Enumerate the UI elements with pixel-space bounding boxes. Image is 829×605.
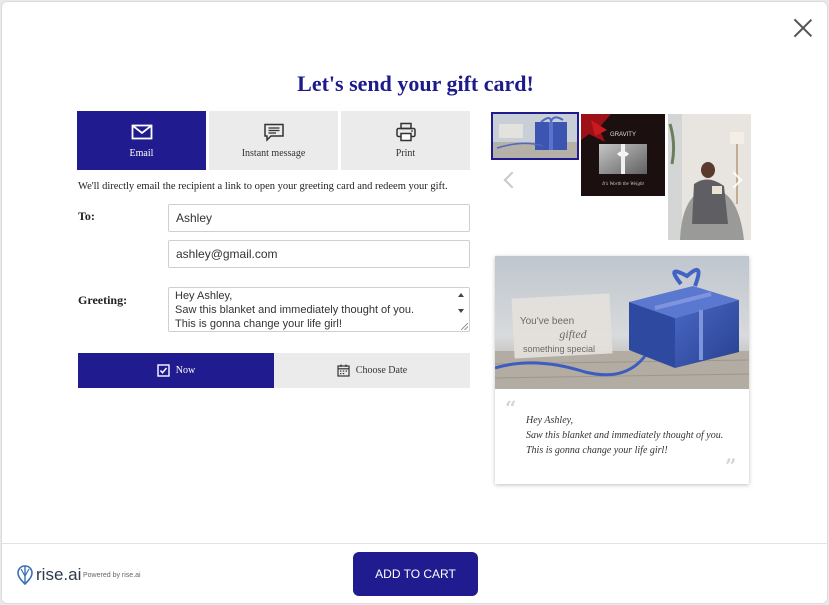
tab-email[interactable]: Email <box>77 111 206 170</box>
greeting-label: Greeting: <box>78 293 128 307</box>
add-to-cart-button[interactable]: ADD TO CART <box>353 552 478 596</box>
delivery-description: We'll directly email the recipient a lin… <box>78 181 448 192</box>
greeting-text: Hey Ashley, Saw this blanket and immedia… <box>175 290 415 330</box>
footer: rise.ai Powered by rise.ai ADD TO CART <box>2 543 827 603</box>
now-button[interactable]: Now <box>78 353 274 388</box>
preview-text-line3: something special <box>523 344 595 354</box>
tab-instant-message[interactable]: Instant message <box>209 111 338 170</box>
recipient-name-field[interactable]: Ashley <box>168 204 470 232</box>
now-label: Now <box>175 365 196 376</box>
resize-handle-icon[interactable] <box>461 323 468 330</box>
choose-date-label: Choose Date <box>355 365 408 376</box>
gravity-brand-text: GRAVITY <box>610 132 636 138</box>
recipient-email-field[interactable]: ashley@gmail.com <box>168 240 470 268</box>
open-quote-icon: “ <box>505 396 517 420</box>
preview-text-line1: You've been <box>520 316 574 327</box>
tab-print-label: Print <box>395 148 416 159</box>
thumbnail-blue-gift-box[interactable] <box>491 112 579 160</box>
gift-box-thumbnail-image <box>493 114 577 158</box>
printer-icon <box>395 122 416 142</box>
rise-logo-icon <box>17 565 33 585</box>
checkbox-checked-icon <box>157 364 170 377</box>
message-icon <box>263 123 284 142</box>
thumbnail-woman-in-blanket[interactable] <box>668 114 751 240</box>
page-title: Let's send your gift card! <box>297 71 534 96</box>
thumbnail-gravity-card[interactable]: GRAVITY It's Worth the Weight <box>581 114 665 196</box>
close-quote-icon: ” <box>725 454 737 478</box>
carousel-prev-icon[interactable] <box>503 171 521 189</box>
rise-logo-text: rise.ai <box>36 565 82 584</box>
envelope-icon <box>131 124 152 140</box>
schedule-toggle: Now Choose Date <box>78 353 470 388</box>
greeting-textarea[interactable]: Hey Ashley, Saw this blanket and immedia… <box>168 287 470 332</box>
tab-instant-message-label: Instant message <box>241 148 306 159</box>
card-preview: You've been gifted something special “ H… <box>495 256 749 484</box>
scroll-down-icon[interactable] <box>458 309 464 313</box>
gift-card-modal: Let's send your gift card! Email Instant… <box>1 1 828 604</box>
gravity-card-image: GRAVITY It's Worth the Weight <box>581 114 665 196</box>
delivery-method-tabs: Email Instant message Print <box>77 111 470 170</box>
scroll-up-icon[interactable] <box>458 293 464 297</box>
to-label: To: <box>78 209 95 223</box>
preview-text-line2: gifted <box>559 327 587 341</box>
calendar-icon <box>337 364 350 377</box>
tab-email-label: Email <box>129 148 154 159</box>
choose-date-button[interactable]: Choose Date <box>274 353 470 388</box>
card-preview-message: Hey Ashley, Saw this blanket and immedia… <box>526 415 724 456</box>
powered-by-text: Powered by rise.ai <box>83 572 141 579</box>
card-preview-image: You've been gifted something special <box>495 256 749 389</box>
close-icon[interactable] <box>793 18 813 38</box>
gravity-tagline-text: It's Worth the Weight <box>601 182 644 187</box>
tab-print[interactable]: Print <box>341 111 470 170</box>
